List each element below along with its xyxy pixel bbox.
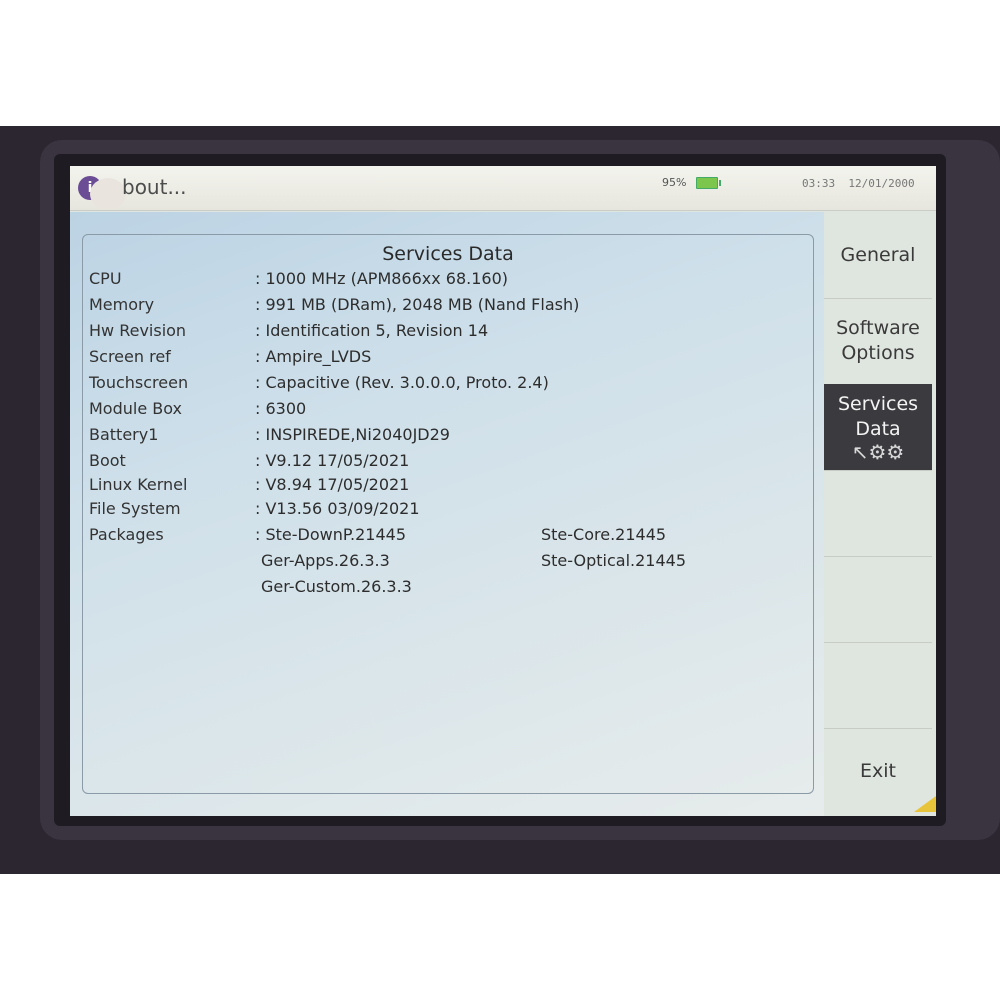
- redacted-blur: [90, 178, 126, 210]
- battery-icon: [696, 177, 721, 189]
- tab-label-line2: Options: [841, 342, 915, 364]
- exit-button[interactable]: Exit: [824, 728, 932, 814]
- main-content: Services Data CPU : 1000 MHz (APM866xx 6…: [70, 212, 824, 816]
- tab-general[interactable]: General: [824, 212, 932, 299]
- package-item: Ger-Custom.26.3.3: [261, 577, 412, 596]
- row-label: Memory: [89, 295, 155, 314]
- row-label: File System: [89, 499, 181, 518]
- package-item: Ste-Optical.21445: [541, 551, 686, 570]
- tab-services-data[interactable]: Services Data ↖⚙⚙: [824, 384, 932, 471]
- sidebar-empty-slot-3: [824, 642, 932, 729]
- tab-label-line1: Services: [837, 393, 919, 415]
- row-label: Packages: [89, 525, 164, 544]
- row-value: : INSPIREDE,Ni2040JD29: [255, 425, 450, 444]
- row-value: : 1000 MHz (APM866xx 68.160): [255, 269, 509, 288]
- row-label: Boot: [89, 451, 126, 470]
- package-item: Ste-Core.21445: [541, 525, 667, 544]
- title-bar: i bout... 95% 03:33 12/01/2000: [70, 166, 936, 211]
- row-value: : Identification 5, Revision 14: [255, 321, 489, 340]
- row-value: : 6300: [255, 399, 307, 418]
- row-value: : 991 MB (DRam), 2048 MB (Nand Flash): [255, 295, 580, 314]
- row-value: : Capacitive (Rev. 3.0.0.0, Proto. 2.4): [255, 373, 549, 392]
- gear-icon: ↖⚙⚙: [851, 440, 905, 464]
- row-value: : Ampire_LVDS: [255, 347, 372, 366]
- tab-general-label: General: [840, 243, 916, 266]
- row-value: : V13.56 03/09/2021: [255, 499, 420, 518]
- time-text: 03:33: [802, 177, 836, 190]
- date-text: 12/01/2000: [848, 177, 915, 190]
- row-label: Linux Kernel: [89, 475, 188, 494]
- services-data-panel: Services Data CPU : 1000 MHz (APM866xx 6…: [82, 234, 814, 794]
- row-value: : V8.94 17/05/2021: [255, 475, 410, 494]
- tab-label-line2: Data: [855, 418, 901, 440]
- row-value: : V9.12 17/05/2021: [255, 451, 410, 470]
- row-value: : Ste-DownP.21445: [255, 525, 406, 544]
- sidebar: General Software Options Services Data ↖…: [824, 212, 936, 816]
- row-label: Module Box: [89, 399, 183, 418]
- battery-percent: 95%: [662, 176, 687, 189]
- row-label: Screen ref: [89, 347, 171, 366]
- tab-label-line1: Software: [836, 317, 920, 339]
- window-title: bout...: [122, 175, 187, 199]
- clock: 03:33 12/01/2000: [802, 177, 915, 190]
- sidebar-empty-slot-2: [824, 556, 932, 643]
- row-label: Touchscreen: [89, 373, 189, 392]
- tab-software-options[interactable]: Software Options: [824, 298, 932, 385]
- device-screen: i bout... 95% 03:33 12/01/2000 Services …: [70, 166, 936, 816]
- sidebar-empty-slot-1: [824, 470, 932, 557]
- exit-label: Exit: [860, 759, 896, 782]
- row-label: CPU: [89, 269, 122, 288]
- row-label: Battery1: [89, 425, 159, 444]
- row-label: Hw Revision: [89, 321, 187, 340]
- package-item: Ger-Apps.26.3.3: [261, 551, 390, 570]
- panel-title: Services Data: [382, 243, 514, 265]
